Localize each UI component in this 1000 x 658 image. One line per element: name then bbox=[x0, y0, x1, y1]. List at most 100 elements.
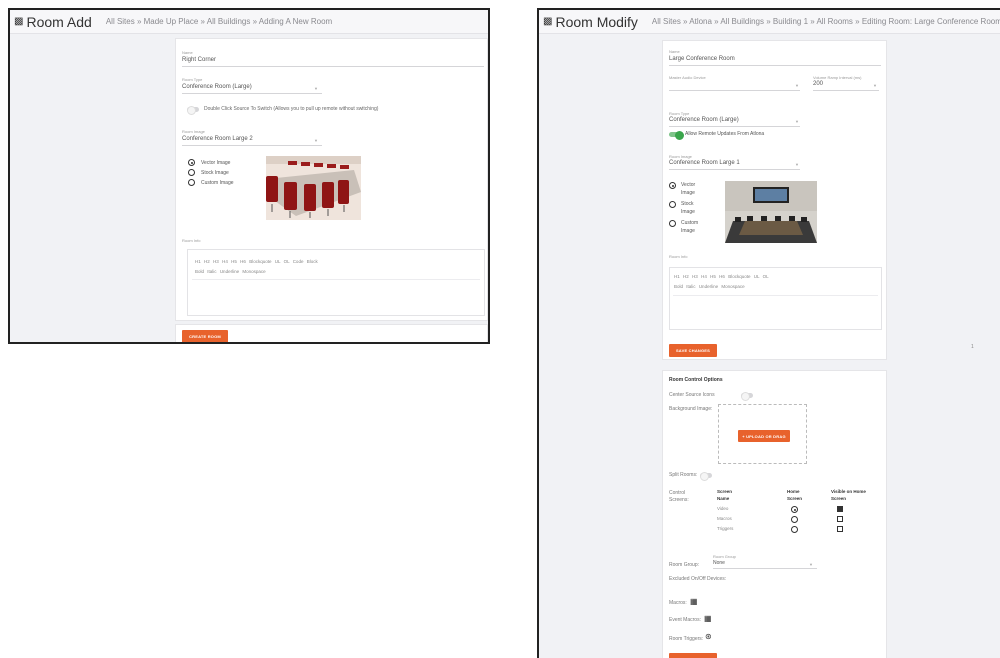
h2-button[interactable]: H2 bbox=[683, 274, 689, 279]
h4-button[interactable]: H4 bbox=[701, 274, 707, 279]
h3-button[interactable]: H3 bbox=[213, 259, 219, 264]
h1-button[interactable]: H1 bbox=[674, 274, 680, 279]
h5-button[interactable]: H5 bbox=[231, 259, 237, 264]
stock-image-label: Stock Image bbox=[681, 201, 695, 215]
room-type-underline bbox=[669, 126, 800, 127]
underline-button[interactable]: Underline bbox=[699, 284, 718, 289]
grid-icon[interactable]: ▦ bbox=[690, 597, 698, 606]
h6-button[interactable]: H6 bbox=[719, 274, 725, 279]
home-radio-triggers[interactable] bbox=[791, 526, 798, 533]
room-preview-image bbox=[266, 156, 361, 220]
code-block-button[interactable]: Code Block bbox=[293, 259, 318, 264]
room-preview-image bbox=[725, 181, 817, 243]
room-control-title: Room Control Options bbox=[669, 377, 723, 383]
chevron-down-icon[interactable]: ▼ bbox=[314, 86, 318, 91]
h3-button[interactable]: H3 bbox=[692, 274, 698, 279]
home-radio-video[interactable] bbox=[791, 506, 798, 513]
room-info-editor[interactable]: H1 H2 H3 H4 H5 H6 Blockquote UL OL Code … bbox=[187, 249, 485, 316]
custom-image-radio[interactable] bbox=[669, 220, 676, 227]
blockquote-button[interactable]: Blockquote bbox=[249, 259, 271, 264]
screen-name-video: Video bbox=[717, 506, 729, 511]
save-changes-button[interactable]: SAVE CHANGES bbox=[669, 344, 717, 357]
page-header: ▩ Room Modify All Sites » Atlona » All B… bbox=[539, 10, 1000, 34]
breadcrumb[interactable]: All Sites » Made Up Place » All Building… bbox=[106, 17, 332, 26]
custom-image-radio[interactable] bbox=[188, 179, 195, 186]
allow-remote-toggle[interactable] bbox=[669, 131, 684, 140]
chevron-down-icon[interactable]: ▼ bbox=[795, 162, 799, 167]
room-type-select[interactable]: Conference Room (Large) bbox=[182, 84, 252, 90]
ol-button[interactable]: OL bbox=[284, 259, 290, 264]
screen-name-header: Screen Name bbox=[717, 489, 733, 501]
chevron-down-icon[interactable]: ▼ bbox=[314, 138, 318, 143]
vector-image-radio[interactable] bbox=[188, 159, 195, 166]
master-audio-label: Master Audio Device bbox=[669, 75, 706, 80]
editor-toolbar[interactable]: H1 H2 H3 H4 H5 H6 Blockquote UL OL bbox=[674, 274, 769, 279]
room-icon: ▩ bbox=[543, 16, 553, 27]
vector-image-radio[interactable] bbox=[669, 182, 676, 189]
chevron-down-icon[interactable]: ▼ bbox=[809, 562, 813, 567]
room-image-select[interactable]: Conference Room Large 2 bbox=[182, 136, 253, 142]
blockquote-button[interactable]: Blockquote bbox=[728, 274, 750, 279]
room-type-select[interactable]: Conference Room (Large) bbox=[669, 117, 739, 123]
room-add-window: ▩ Room Add All Sites » Made Up Place » A… bbox=[8, 8, 490, 344]
room-info-editor[interactable]: H1 H2 H3 H4 H5 H6 Blockquote UL OL Bold … bbox=[669, 267, 882, 330]
h5-button[interactable]: H5 bbox=[710, 274, 716, 279]
control-screens-label: Control Screens: bbox=[669, 490, 689, 503]
monospace-button[interactable]: Monospace bbox=[721, 284, 744, 289]
stock-image-radio[interactable] bbox=[669, 201, 676, 208]
background-image-label: Background Image: bbox=[669, 406, 713, 412]
h1-button[interactable]: H1 bbox=[195, 259, 201, 264]
chevron-down-icon[interactable]: ▼ bbox=[795, 119, 799, 124]
name-field[interactable]: Large Conference Room bbox=[669, 56, 735, 62]
h4-button[interactable]: H4 bbox=[222, 259, 228, 264]
monospace-button[interactable]: Monospace bbox=[242, 269, 265, 274]
h6-button[interactable]: H6 bbox=[240, 259, 246, 264]
chevron-down-icon[interactable]: ▼ bbox=[873, 83, 877, 88]
center-source-toggle[interactable] bbox=[741, 392, 753, 401]
ul-button[interactable]: UL bbox=[754, 274, 760, 279]
room-control-card: Room Control Options Center Source Icons… bbox=[662, 370, 887, 658]
editor-toolbar-row2[interactable]: Bold Italic Underline Monospace bbox=[195, 269, 266, 274]
chevron-down-icon[interactable]: ▼ bbox=[795, 83, 799, 88]
breadcrumb[interactable]: All Sites » Atlona » All Buildings » Bui… bbox=[652, 17, 1000, 26]
macros-label: Macros: bbox=[669, 600, 687, 606]
h2-button[interactable]: H2 bbox=[204, 259, 210, 264]
create-room-button[interactable]: CREATE ROOM bbox=[182, 330, 228, 342]
room-type-label: Room Type bbox=[182, 77, 203, 82]
bold-button[interactable]: Bold bbox=[674, 284, 683, 289]
room-group-field-label: Room Group bbox=[713, 554, 736, 559]
master-audio-select[interactable] bbox=[669, 90, 800, 91]
visible-checkbox-macros[interactable] bbox=[837, 516, 843, 522]
stock-image-radio[interactable] bbox=[188, 169, 195, 176]
antenna-icon[interactable]: ⊛ bbox=[705, 632, 712, 641]
room-type-underline bbox=[182, 93, 322, 94]
upload-button[interactable]: + UPLOAD OR DRAG bbox=[738, 430, 790, 442]
room-modify-window: ▩ Room Modify All Sites » Atlona » All B… bbox=[537, 8, 1000, 658]
italic-button[interactable]: Italic bbox=[686, 284, 695, 289]
ol-button[interactable]: OL bbox=[763, 274, 769, 279]
bold-button[interactable]: Bold bbox=[195, 269, 204, 274]
editor-toolbar-row2[interactable]: Bold Italic Underline Monospace bbox=[674, 284, 745, 289]
background-dropzone[interactable]: + UPLOAD OR DRAG bbox=[718, 404, 807, 464]
editor-toolbar[interactable]: H1 H2 H3 H4 H5 H6 Blockquote UL OL Code … bbox=[195, 259, 318, 264]
underline-button[interactable]: Underline bbox=[220, 269, 239, 274]
room-group-select[interactable]: None bbox=[713, 560, 725, 566]
name-field[interactable]: Right Corner bbox=[182, 57, 216, 63]
vector-image-label: Vector Image bbox=[681, 182, 696, 196]
ul-button[interactable]: UL bbox=[275, 259, 281, 264]
home-screen-header: Home Screen bbox=[787, 489, 803, 501]
home-radio-macros[interactable] bbox=[791, 516, 798, 523]
visible-checkbox-triggers[interactable] bbox=[837, 526, 843, 532]
grid-icon[interactable]: ▦ bbox=[704, 614, 712, 623]
visible-checkbox-video[interactable] bbox=[837, 506, 843, 512]
room-form-card: Name Right Corner Room Type Conference R… bbox=[175, 38, 488, 321]
split-rooms-toggle[interactable] bbox=[700, 472, 712, 481]
save-control-button[interactable] bbox=[669, 653, 717, 658]
double-click-toggle[interactable] bbox=[187, 106, 199, 115]
page-header: ▩ Room Add All Sites » Made Up Place » A… bbox=[10, 10, 488, 34]
volume-underline bbox=[813, 90, 879, 91]
italic-button[interactable]: Italic bbox=[207, 269, 216, 274]
volume-select[interactable]: 200 bbox=[813, 81, 823, 87]
editor-divider bbox=[673, 295, 878, 296]
room-image-select[interactable]: Conference Room Large 1 bbox=[669, 160, 740, 166]
